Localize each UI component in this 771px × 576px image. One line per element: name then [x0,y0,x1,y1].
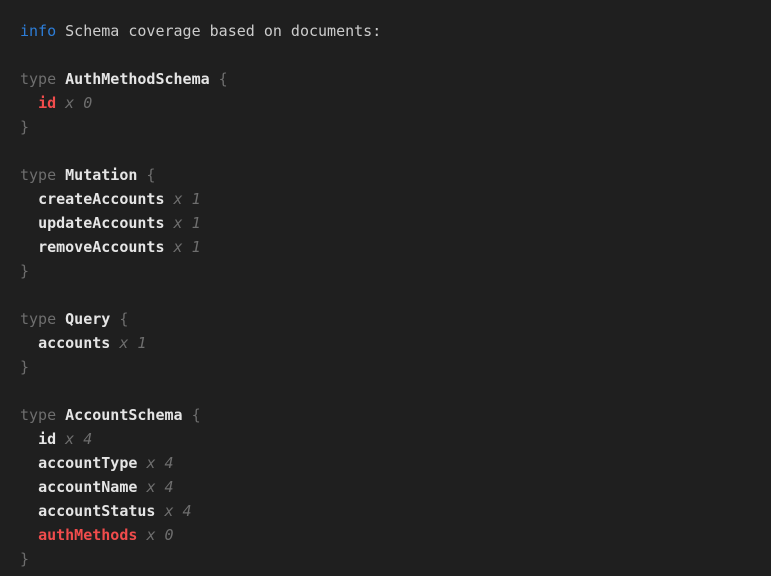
terminal-line: accountStatus x 4 [20,499,761,523]
terminal-token-count: x 4 [146,454,173,472]
terminal-token-field: accountName [38,478,137,496]
terminal-token-missing: id [38,94,56,112]
terminal-token-plain [165,190,174,208]
terminal-token-gray: { [183,406,201,424]
terminal-token-plain [20,214,38,232]
terminal-line: accountName x 4 [20,475,761,499]
terminal-output[interactable]: info Schema coverage based on documents:… [0,0,771,576]
terminal-token-plain [20,334,38,352]
terminal-token-gray: type [20,310,65,328]
terminal-token-plain [110,334,119,352]
terminal-line: } [20,547,761,571]
terminal-line: createAccounts x 1 [20,187,761,211]
terminal-token-type: Query [65,310,110,328]
terminal-token-plain [165,214,174,232]
terminal-line: removeAccounts x 1 [20,235,761,259]
terminal-token-type: Mutation [65,166,137,184]
terminal-token-gray: { [210,70,228,88]
terminal-line: type AccountSchema { [20,403,761,427]
terminal-line [20,283,761,307]
terminal-token-plain [56,94,65,112]
terminal-token-gray: } [20,118,29,136]
terminal-line: authMethods x 0 [20,523,761,547]
terminal-token-field: createAccounts [38,190,164,208]
terminal-token-gray: } [20,358,29,376]
terminal-token-plain [56,430,65,448]
terminal-token-plain [20,502,38,520]
terminal-token-plain [155,502,164,520]
terminal-token-info: info [20,22,56,40]
terminal-line: } [20,259,761,283]
terminal-line: accountType x 4 [20,451,761,475]
terminal-token-field: removeAccounts [38,238,164,256]
terminal-token-missing: authMethods [38,526,137,544]
terminal-token-count: x 4 [146,478,173,496]
terminal-token-plain [20,94,38,112]
terminal-line [20,43,761,67]
terminal-line: id x 4 [20,427,761,451]
terminal-token-field: accountStatus [38,502,155,520]
terminal-token-gray: } [20,550,29,568]
terminal-line: info Schema coverage based on documents: [20,19,761,43]
terminal-token-plain [20,478,38,496]
terminal-token-gray: { [110,310,128,328]
terminal-token-plain [20,430,38,448]
terminal-token-count: x 1 [174,238,201,256]
terminal-line: } [20,355,761,379]
terminal-line: updateAccounts x 1 [20,211,761,235]
terminal-token-gray: type [20,166,65,184]
terminal-token-field: accounts [38,334,110,352]
terminal-token-gray: { [137,166,155,184]
terminal-line: type AuthMethodSchema { [20,67,761,91]
terminal-token-count: x 4 [165,502,192,520]
terminal-token-plain [20,526,38,544]
terminal-line: id x 0 [20,91,761,115]
terminal-token-plain [20,454,38,472]
terminal-token-count: x 1 [174,214,201,232]
terminal-line [20,379,761,403]
terminal-line: type Query { [20,307,761,331]
terminal-token-plain [20,238,38,256]
terminal-token-plain: Schema coverage based on documents: [56,22,381,40]
terminal-token-plain [20,190,38,208]
terminal-token-gray: type [20,70,65,88]
terminal-token-count: x 1 [174,190,201,208]
terminal-token-field: id [38,430,56,448]
terminal-token-type: AuthMethodSchema [65,70,210,88]
terminal-token-gray: type [20,406,65,424]
terminal-line: } [20,115,761,139]
terminal-line: accounts x 1 [20,331,761,355]
terminal-line: type Mutation { [20,163,761,187]
terminal-token-count: x 4 [65,430,92,448]
terminal-line [20,139,761,163]
terminal-token-plain [165,238,174,256]
terminal-token-gray: } [20,262,29,280]
terminal-token-type: AccountSchema [65,406,182,424]
terminal-token-field: accountType [38,454,137,472]
terminal-token-count: x 0 [146,526,173,544]
terminal-token-count: x 0 [65,94,92,112]
terminal-token-field: updateAccounts [38,214,164,232]
terminal-token-count: x 1 [119,334,146,352]
